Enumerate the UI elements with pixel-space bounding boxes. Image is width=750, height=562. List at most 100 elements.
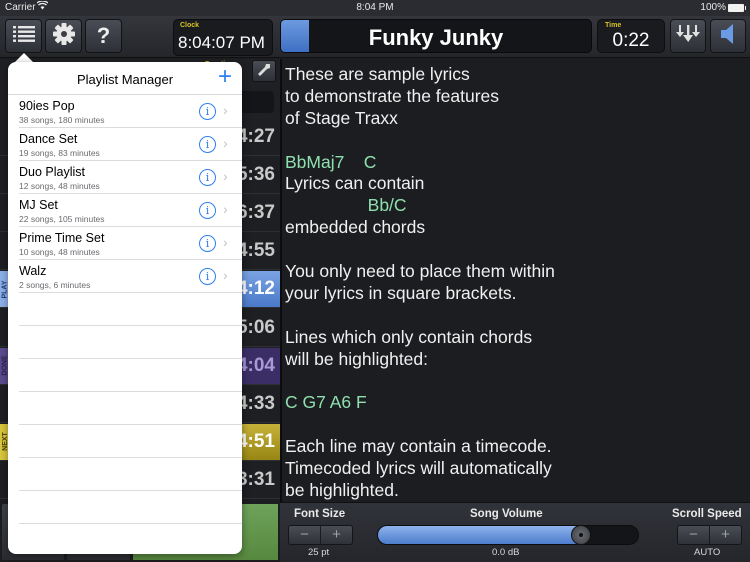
playlist-row[interactable]: Walz 2 songs, 6 minutes i › [8, 260, 242, 293]
font-size-value: 25 pt [308, 547, 330, 558]
chevron-right-icon: › [223, 267, 228, 283]
lyric-line: to demonstrate the features [285, 85, 500, 106]
playlist-name: Dance Set [19, 132, 78, 146]
chord-line: Bb/C [285, 195, 407, 216]
clock-label: Clock [180, 22, 200, 29]
info-icon[interactable]: i [199, 268, 216, 285]
playlist-details: 12 songs, 48 minutes [19, 181, 100, 191]
info-icon[interactable]: i [199, 202, 216, 219]
scroll-down-arrows-icon [676, 24, 700, 49]
song-volume-slider[interactable] [377, 525, 639, 545]
lyric-line: your lyrics in square brackets. [285, 282, 517, 303]
empty-row-separator [19, 424, 242, 425]
info-icon[interactable]: i [199, 169, 216, 186]
song-volume-label: Song Volume [470, 508, 543, 520]
lyric-line [285, 130, 750, 152]
info-icon[interactable]: i [199, 235, 216, 252]
elapsed-time-display: Time 0:22 [597, 19, 665, 53]
chord-line: C G7 A6 F [285, 392, 367, 413]
info-icon[interactable]: i [199, 103, 216, 120]
song-duration: 4:55 [236, 240, 275, 262]
status-time: 8:04 PM [356, 2, 394, 13]
lyric-line [285, 414, 750, 436]
autoscroll-button[interactable] [670, 19, 706, 53]
song-search-field[interactable] [240, 91, 274, 113]
add-playlist-button[interactable]: + [218, 65, 232, 89]
playlist-row[interactable]: Duo Playlist 12 songs, 48 minutes i › [8, 161, 242, 194]
lyric-line [285, 370, 750, 392]
song-duration: 3:31 [236, 468, 275, 490]
battery-percent: 100% [700, 2, 726, 13]
row-separator [19, 292, 242, 293]
edit-button[interactable] [252, 60, 276, 82]
stage-traxx-app: Carrier 8:04 PM 100% ? Clock 8:04:07 PM … [0, 0, 750, 562]
speaker-button[interactable] [710, 19, 746, 53]
playlist-row[interactable]: 90ies Pop 38 songs, 180 minutes i › [8, 95, 242, 128]
chevron-right-icon: › [223, 102, 228, 118]
playlist-row[interactable]: MJ Set 22 songs, 105 minutes i › [8, 194, 242, 227]
scroll-speed-decrease-button[interactable]: − [678, 526, 710, 544]
song-duration: 5:36 [236, 164, 275, 186]
lyric-line: will be highlighted: [285, 348, 429, 369]
playlist-row[interactable]: Dance Set 19 songs, 83 minutes i › [8, 128, 242, 161]
speaker-icon [719, 23, 737, 50]
time-value: 0:22 [612, 30, 650, 51]
lyric-line: of Stage Traxx [285, 107, 398, 128]
lyric-line: embedded chords [285, 217, 426, 238]
song-duration: 4:33 [236, 392, 275, 414]
font-size-decrease-button[interactable]: − [289, 526, 321, 544]
chevron-right-icon: › [223, 135, 228, 151]
playlist-name: Prime Time Set [19, 231, 105, 245]
song-title-bar[interactable]: Funky Junky [280, 19, 592, 53]
clock-value: 8:04:07 PM [178, 33, 265, 52]
lyric-line: Each line may contain a timecode. [285, 436, 552, 457]
lyrics-view[interactable]: These are sample lyrics to demonstrate th… [280, 59, 750, 502]
info-icon[interactable]: i [199, 136, 216, 153]
time-label: Time [605, 22, 622, 29]
scroll-speed-increase-button[interactable]: + [710, 526, 741, 544]
lyric-line: be highlighted. [285, 479, 399, 500]
font-size-increase-button[interactable]: + [321, 526, 352, 544]
popover-header: Playlist Manager + [8, 62, 242, 95]
volume-knob[interactable] [570, 525, 591, 545]
settings-button[interactable] [45, 19, 82, 53]
font-size-stepper[interactable]: − + [288, 525, 353, 545]
chevron-right-icon: › [223, 234, 228, 250]
playlist-manager-popover: Playlist Manager + 90ies Pop 38 songs, 18… [8, 62, 242, 554]
question-icon: ? [96, 23, 111, 48]
playlist-details: 2 songs, 6 minutes [19, 280, 91, 290]
empty-row-separator [19, 523, 242, 524]
volume-fill [378, 526, 581, 544]
lyric-line: Lyrics can contain [285, 173, 425, 194]
bottom-controls: Font Size − + 25 pt Song Volume 0.0 dB S… [280, 502, 750, 562]
lyric-line: You only need to place them within [285, 261, 555, 282]
scroll-speed-stepper[interactable]: − + [677, 525, 742, 545]
song-duration: 4:51 [236, 430, 275, 452]
help-button[interactable]: ? [85, 19, 122, 53]
song-duration: 4:04 [236, 354, 275, 376]
font-size-label: Font Size [294, 508, 346, 520]
playlist-name: 90ies Pop [19, 99, 75, 113]
chevron-right-icon: › [223, 168, 228, 184]
chevron-right-icon: › [223, 201, 228, 217]
popover-title: Playlist Manager [76, 72, 174, 87]
lyric-line: Lines which only contain chords [285, 326, 533, 347]
wrench-icon [257, 63, 271, 80]
song-volume-value: 0.0 dB [492, 547, 520, 558]
song-duration: 5:06 [236, 316, 275, 338]
lyric-line: These are sample lyrics [285, 64, 470, 84]
scroll-speed-value: AUTO [694, 547, 721, 558]
battery-icon [728, 4, 746, 12]
status-bar: Carrier 8:04 PM 100% [0, 0, 750, 16]
empty-row-separator [19, 325, 242, 326]
gear-icon [52, 22, 75, 50]
playlist-name: MJ Set [19, 198, 58, 212]
playlist-details: 10 songs, 48 minutes [19, 247, 100, 257]
playlist-row[interactable]: Prime Time Set 10 songs, 48 minutes i › [8, 227, 242, 260]
playlist-name: Duo Playlist [19, 165, 85, 179]
playlist-button[interactable] [5, 19, 42, 53]
song-duration: 6:37 [236, 202, 275, 224]
playlist-details: 22 songs, 105 minutes [19, 214, 105, 224]
lyric-line [285, 239, 750, 261]
lyric-line: Timecoded lyrics will automatically [285, 458, 552, 479]
